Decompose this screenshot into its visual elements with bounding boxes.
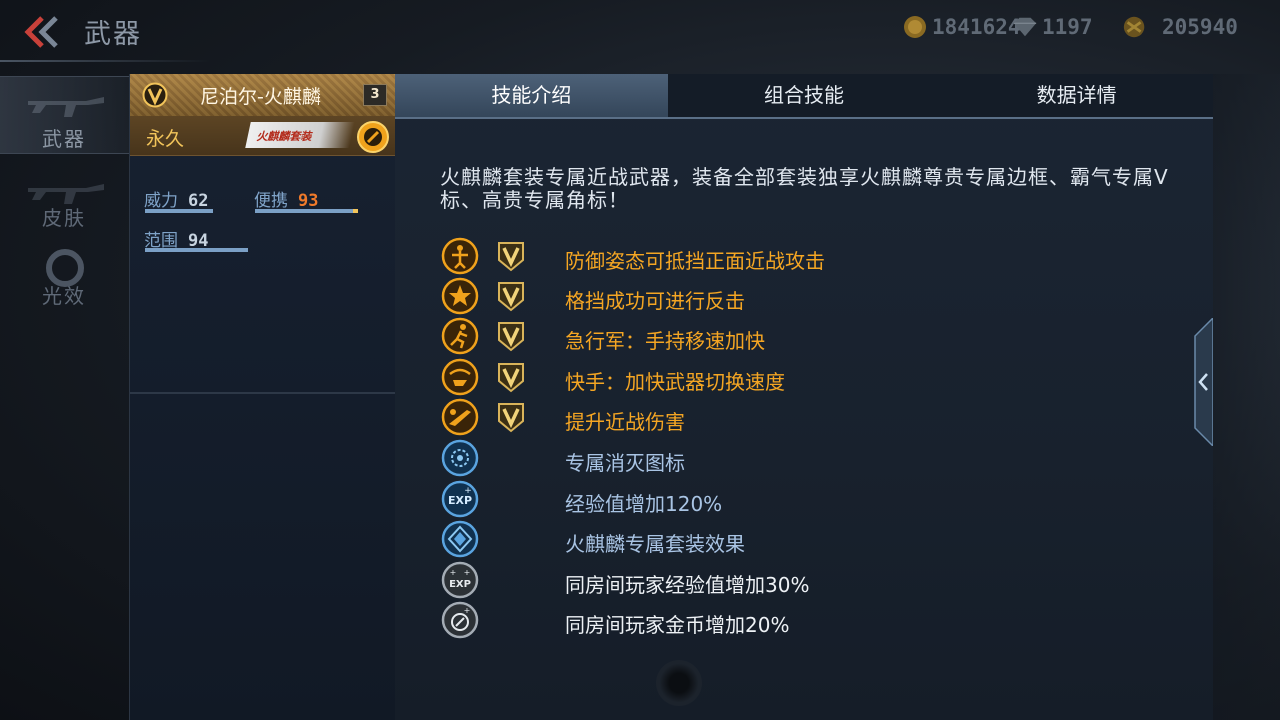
diamond-currency[interactable]: 1197 bbox=[1012, 14, 1093, 40]
weapon-description: 火麒麟套装专属近战武器，装备全部套装独享火麒麟尊贵专属边框、霸气专属V标、高贵专… bbox=[440, 165, 1169, 212]
card-divider bbox=[130, 392, 396, 394]
melee-damage-icon bbox=[441, 398, 479, 436]
tab-combo-skills[interactable]: 组合技能 bbox=[668, 74, 941, 117]
medal-icon bbox=[357, 121, 389, 153]
stat-value: 62 bbox=[188, 191, 209, 211]
sidebar-item-effects[interactable]: 光效 bbox=[0, 242, 130, 320]
svg-text:EXP: EXP bbox=[449, 579, 471, 590]
duration-label: 永久 bbox=[146, 128, 185, 150]
guard-stance-icon bbox=[441, 237, 479, 275]
gold-currency[interactable]: 1841624 bbox=[902, 14, 1021, 40]
svg-text:+: + bbox=[450, 568, 457, 577]
level-badge: 3 bbox=[363, 84, 387, 106]
skill-row: 急行军：手持移速加快 bbox=[441, 317, 1141, 357]
tab-bar: 技能介绍 组合技能 数据详情 bbox=[395, 74, 1213, 119]
diamond-icon bbox=[1012, 14, 1038, 40]
weapon-card-subheader: 永久 火麒麟套装 bbox=[130, 116, 396, 156]
stat-label: 便携 bbox=[254, 191, 288, 211]
skill-text: 火麒麟专属套装效果 bbox=[565, 532, 745, 556]
stat-bar-bonus bbox=[353, 209, 358, 213]
top-bar: 武器 1841624 1197 205940 bbox=[0, 0, 1280, 62]
tab-data-details[interactable]: 数据详情 bbox=[940, 74, 1213, 117]
star-icon bbox=[441, 277, 479, 315]
skill-row: 提升近战伤害 bbox=[441, 398, 1141, 438]
stat-label: 威力 bbox=[144, 191, 178, 211]
suit-badge: 火麒麟套装 bbox=[245, 122, 355, 148]
exp-boost-icon: EXP + bbox=[441, 480, 479, 518]
sidebar-item-skins[interactable]: 皮肤 bbox=[0, 164, 130, 242]
skill-row: 格挡成功可进行反击 bbox=[441, 277, 1141, 317]
room-exp-icon: EXP + + bbox=[441, 561, 479, 599]
stat-portability: 便携 93 bbox=[254, 186, 318, 211]
svg-text:+: + bbox=[464, 568, 471, 577]
skill-text: 经验值增加120% bbox=[565, 492, 723, 516]
skill-row: 防御姿态可抵挡正面近战攻击 bbox=[441, 237, 1141, 277]
stat-bar-portability bbox=[255, 209, 355, 213]
sidebar-item-label: 武器 bbox=[42, 127, 86, 151]
vip-v-icon bbox=[498, 242, 524, 272]
svg-text:+: + bbox=[464, 606, 471, 615]
skill-row: 火麒麟专属套装效果 bbox=[441, 520, 1141, 560]
vip-v-icon bbox=[498, 282, 524, 312]
gold-coin-icon bbox=[902, 14, 928, 40]
skill-text: 提升近战伤害 bbox=[565, 410, 685, 434]
kill-icon-badge bbox=[441, 439, 479, 477]
room-gold-icon: + bbox=[441, 601, 479, 639]
vip-v-icon bbox=[498, 363, 524, 393]
svg-text:+: + bbox=[464, 486, 472, 496]
skill-row: 专属消灭图标 bbox=[441, 439, 1141, 479]
sidebar-item-weapons[interactable]: 武器 bbox=[0, 76, 130, 154]
weapon-card[interactable]: 尼泊尔-火麒麟 3 永久 火麒麟套装 威力 62 便携 93 范围 94 bbox=[129, 74, 396, 720]
page-title: 武器 bbox=[84, 19, 142, 50]
stat-bar-power bbox=[145, 209, 213, 213]
background-right bbox=[1213, 74, 1280, 720]
title-underline bbox=[0, 60, 210, 62]
quick-hand-icon bbox=[441, 358, 479, 396]
stat-value: 93 bbox=[298, 191, 319, 211]
gold-value: 1841624 bbox=[932, 15, 1021, 39]
skill-text: 防御姿态可抵挡正面近战攻击 bbox=[565, 249, 825, 273]
page-indicator-dot bbox=[656, 660, 702, 706]
skill-text: 同房间玩家经验值增加30% bbox=[565, 573, 810, 597]
sidebar-item-label: 光效 bbox=[42, 284, 86, 308]
honor-currency[interactable]: 205940 bbox=[1122, 14, 1238, 40]
skill-panel: 技能介绍 组合技能 数据详情 火麒麟套装专属近战武器，装备全部套装独享火麒麟尊贵… bbox=[395, 74, 1213, 720]
sidebar-item-label: 皮肤 bbox=[42, 206, 86, 230]
double-chevron-left-icon bbox=[24, 16, 58, 48]
tab-skill-intro[interactable]: 技能介绍 bbox=[395, 74, 668, 117]
honor-coin-icon bbox=[1122, 14, 1148, 40]
rifle-icon bbox=[28, 97, 104, 117]
vip-v-icon bbox=[498, 322, 524, 352]
stat-bar-range bbox=[145, 248, 248, 252]
skill-row: EXP + 经验值增加120% bbox=[441, 480, 1141, 520]
chevron-left-icon bbox=[1194, 316, 1214, 448]
expand-panel-button[interactable] bbox=[1191, 316, 1214, 448]
skill-text: 同房间玩家金币增加20% bbox=[565, 613, 790, 637]
skill-text: 快手：加快武器切换速度 bbox=[565, 370, 785, 394]
honor-value: 205940 bbox=[1162, 15, 1238, 39]
vip-v-icon bbox=[142, 82, 168, 108]
category-sidebar: 武器 皮肤 光效 bbox=[0, 76, 130, 720]
suit-badge-label: 火麒麟套装 bbox=[256, 130, 312, 143]
running-man-icon bbox=[441, 317, 479, 355]
skill-row: 快手：加快武器切换速度 bbox=[441, 358, 1141, 398]
weapon-card-header: 尼泊尔-火麒麟 3 bbox=[130, 74, 396, 116]
skill-row: + 同房间玩家金币增加20% bbox=[441, 601, 1141, 641]
skill-row: EXP + + 同房间玩家经验值增加30% bbox=[441, 561, 1141, 601]
skill-text: 急行军：手持移速加快 bbox=[565, 329, 765, 353]
stat-power: 威力 62 bbox=[144, 186, 208, 211]
suit-effect-icon bbox=[441, 520, 479, 558]
diamond-value: 1197 bbox=[1042, 15, 1093, 39]
weapon-name: 尼泊尔-火麒麟 bbox=[200, 86, 321, 108]
skill-text: 专属消灭图标 bbox=[565, 451, 685, 475]
back-button[interactable] bbox=[22, 12, 66, 52]
skill-text: 格挡成功可进行反击 bbox=[565, 289, 745, 313]
vip-v-icon bbox=[498, 403, 524, 433]
